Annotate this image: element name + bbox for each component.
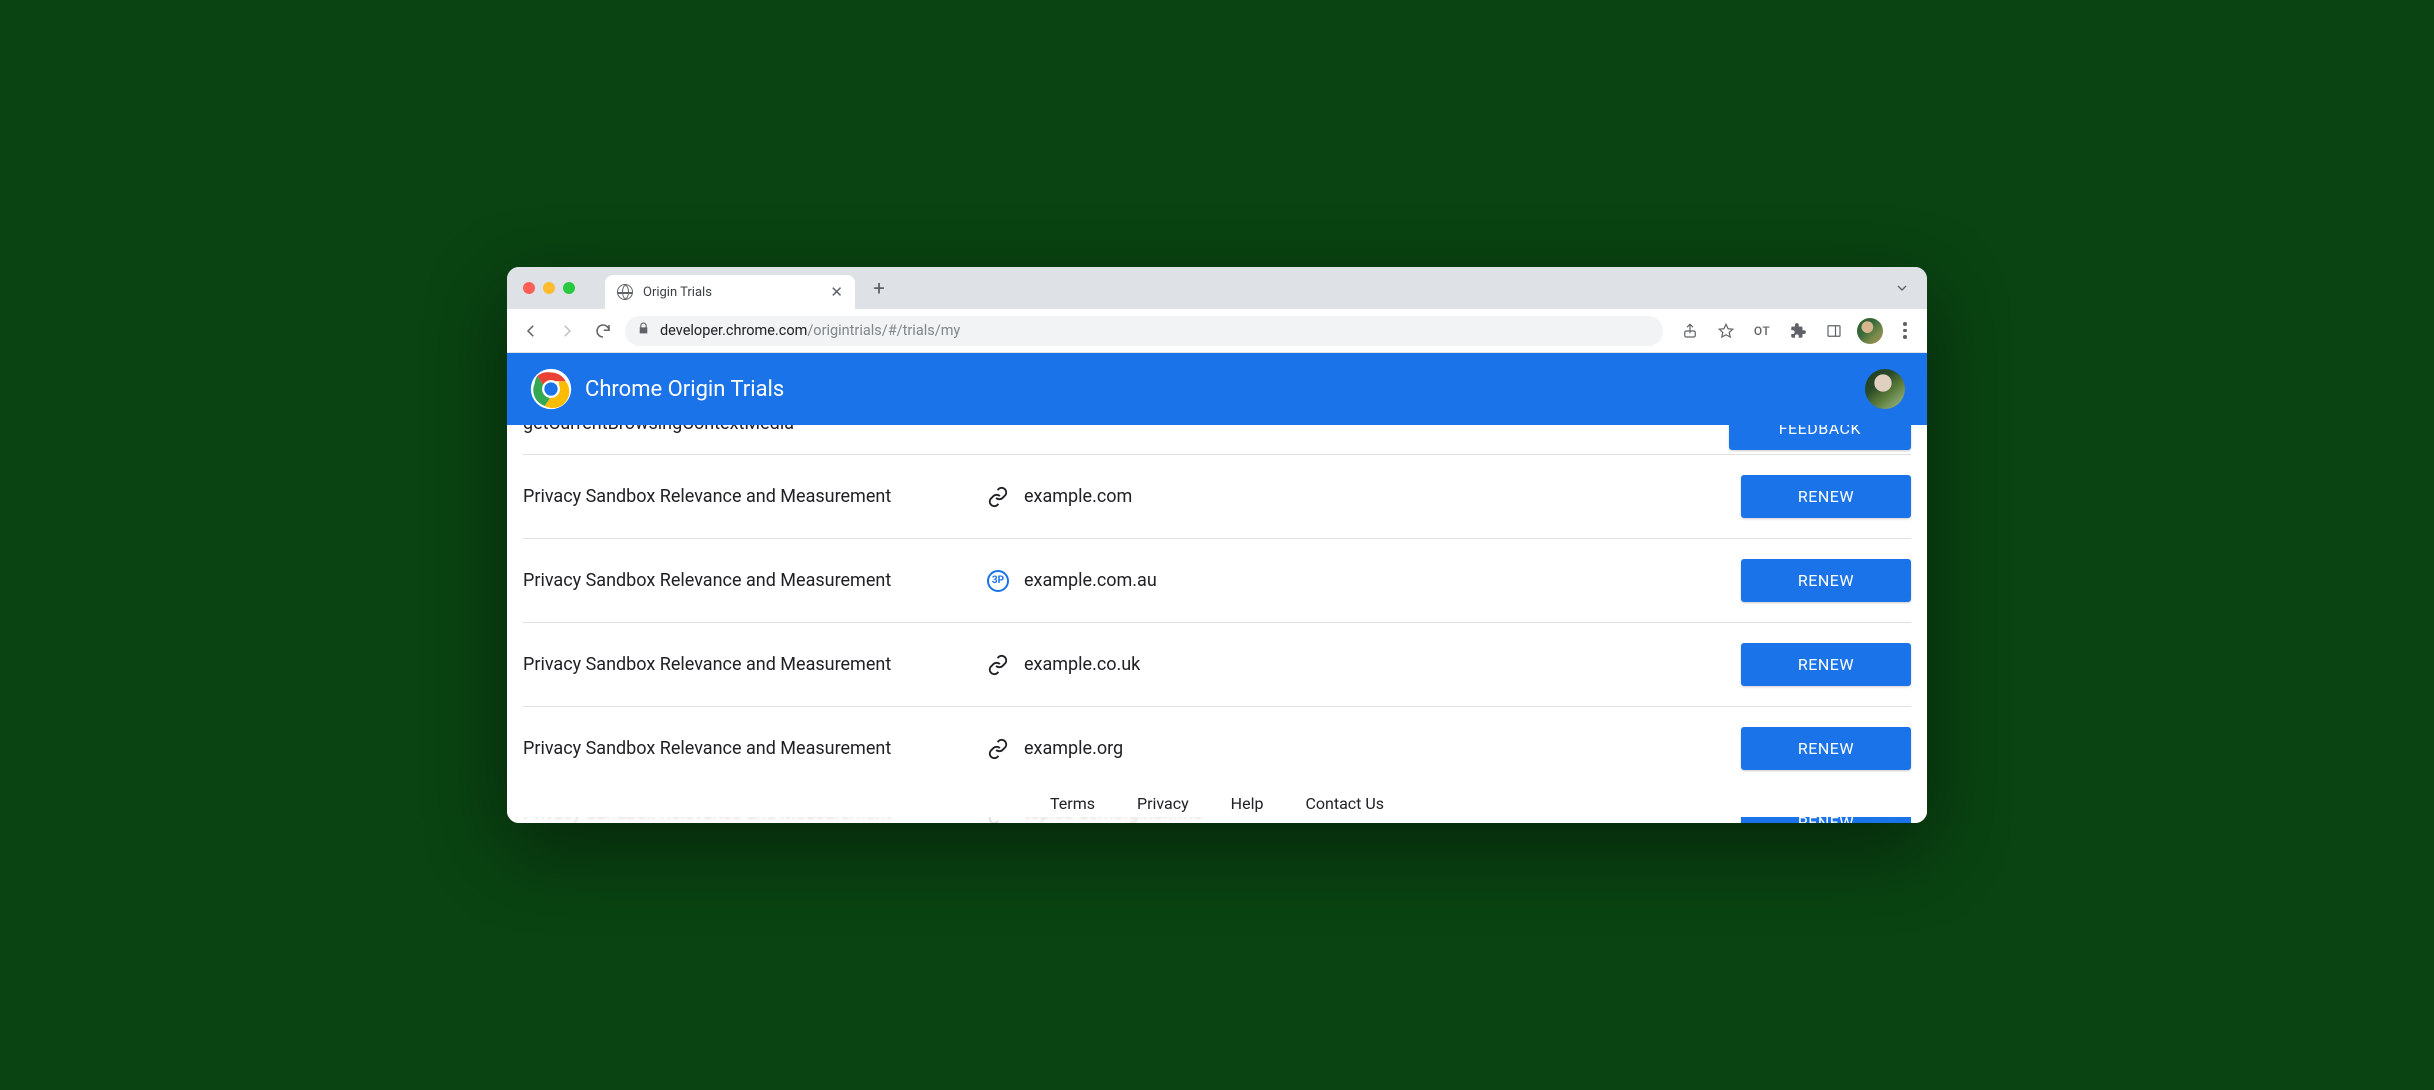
url-host: developer.chrome.com	[660, 322, 807, 339]
trial-name: Privacy Sandbox Relevance and Measuremen…	[523, 654, 978, 675]
trials-list: FEEDBACK getCurrentBrowsingContextMedia …	[507, 425, 1927, 823]
back-button[interactable]	[517, 317, 545, 345]
trial-name: Privacy Sandbox Relevance and Measuremen…	[523, 738, 978, 759]
close-window-button[interactable]	[523, 282, 535, 294]
user-avatar[interactable]	[1865, 369, 1905, 409]
browser-toolbar: developer.chrome.com/origintrials/#/tria…	[507, 309, 1927, 353]
table-row[interactable]: Privacy Sandbox Relevance and Measuremen…	[523, 455, 1911, 539]
window-controls	[519, 282, 585, 294]
page-header: Chrome Origin Trials	[507, 353, 1927, 425]
footer-links: Terms Privacy Help Contact Us	[507, 790, 1927, 817]
share-button[interactable]	[1677, 318, 1703, 344]
minimize-window-button[interactable]	[543, 282, 555, 294]
origin-domain: example.com	[1018, 486, 1741, 507]
renew-button[interactable]: RENEW	[1741, 643, 1911, 686]
extensions-button[interactable]	[1785, 318, 1811, 344]
trial-name: Privacy Sandbox Relevance and Measuremen…	[523, 486, 978, 507]
close-tab-button[interactable]: ✕	[830, 283, 843, 301]
chrome-logo-icon	[529, 367, 573, 411]
origin-trial-indicator[interactable]: OT	[1749, 318, 1775, 344]
globe-icon	[617, 284, 633, 300]
new-tab-button[interactable]: +	[865, 274, 893, 302]
link-icon	[978, 738, 1018, 760]
browser-menu-button[interactable]	[1893, 322, 1917, 339]
browser-tab[interactable]: Origin Trials ✕	[605, 275, 855, 309]
tab-strip: Origin Trials ✕ +	[507, 267, 1927, 309]
tabs-dropdown-button[interactable]	[1887, 280, 1917, 296]
link-icon	[978, 486, 1018, 508]
reload-button[interactable]	[589, 317, 617, 345]
browser-profile-avatar[interactable]	[1857, 318, 1883, 344]
third-party-badge: 3P	[987, 570, 1009, 592]
origin-domain: example.com.au	[1018, 570, 1741, 591]
url-text: developer.chrome.com/origintrials/#/tria…	[660, 322, 960, 339]
table-row[interactable]: Privacy Sandbox Relevance and Measuremen…	[523, 539, 1911, 623]
link-icon	[978, 654, 1018, 676]
lock-icon	[637, 322, 650, 339]
third-party-icon: 3P	[978, 570, 1018, 592]
forward-button[interactable]	[553, 317, 581, 345]
side-panel-button[interactable]	[1821, 318, 1847, 344]
footer-terms-link[interactable]: Terms	[1050, 794, 1095, 813]
footer-contact-link[interactable]: Contact Us	[1305, 794, 1384, 813]
renew-button[interactable]: RENEW	[1741, 475, 1911, 518]
origin-domain: example.co.uk	[1018, 654, 1741, 675]
bookmark-button[interactable]	[1713, 318, 1739, 344]
trial-name: Privacy Sandbox Relevance and Measuremen…	[523, 570, 978, 591]
renew-button[interactable]: RENEW	[1741, 559, 1911, 602]
maximize-window-button[interactable]	[563, 282, 575, 294]
footer-privacy-link[interactable]: Privacy	[1137, 794, 1189, 813]
tab-title: Origin Trials	[643, 285, 820, 300]
toolbar-right-icons: OT	[1671, 318, 1917, 344]
origin-domain: example.org	[1018, 738, 1741, 759]
table-row[interactable]: Privacy Sandbox Relevance and Measuremen…	[523, 707, 1911, 791]
feedback-button-cutoff: FEEDBACK	[1729, 425, 1911, 450]
browser-window: Origin Trials ✕ +	[507, 267, 1927, 823]
url-path: /origintrials/#/trials/my	[807, 322, 960, 339]
cutoff-trial-name: getCurrentBrowsingContextMedia	[523, 425, 794, 434]
table-row[interactable]: Privacy Sandbox Relevance and Measuremen…	[523, 623, 1911, 707]
address-bar[interactable]: developer.chrome.com/origintrials/#/tria…	[625, 316, 1663, 346]
page-title: Chrome Origin Trials	[585, 377, 784, 402]
footer-help-link[interactable]: Help	[1231, 794, 1264, 813]
renew-button[interactable]: RENEW	[1741, 727, 1911, 770]
feedback-button[interactable]: FEEDBACK	[1729, 425, 1911, 450]
